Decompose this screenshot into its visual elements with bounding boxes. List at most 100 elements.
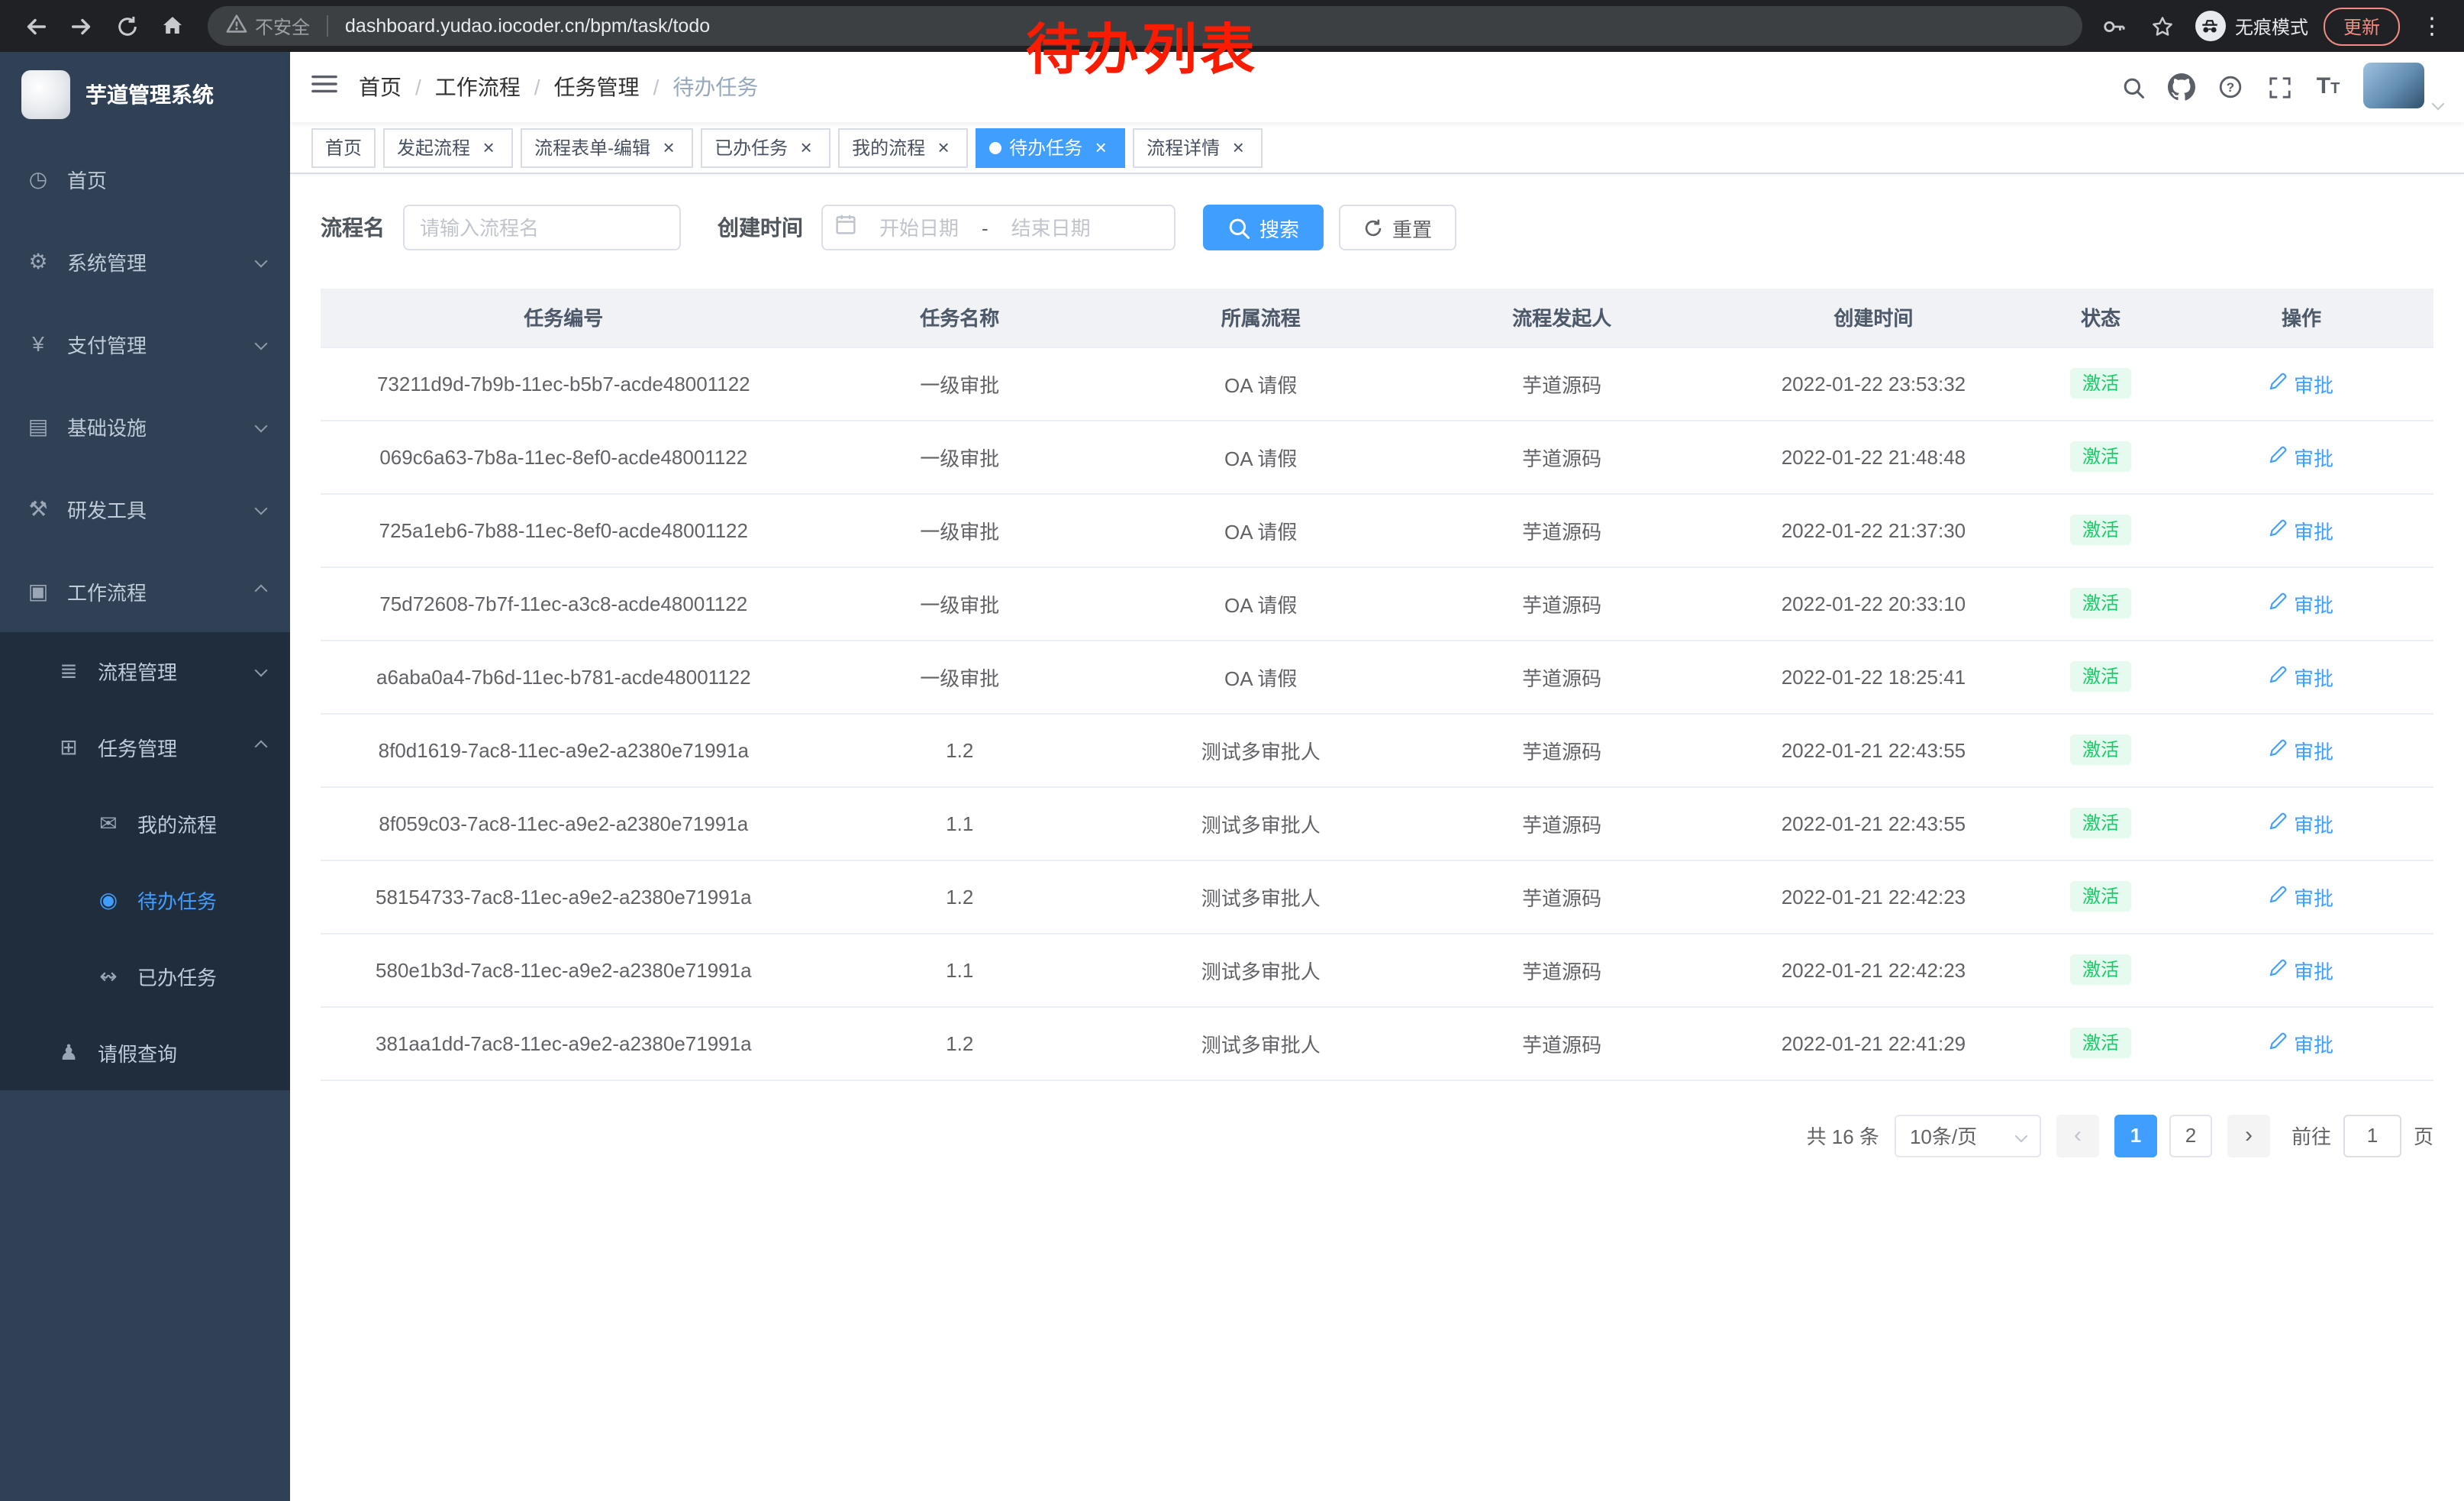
tab[interactable]: 发起流程 × bbox=[383, 128, 513, 167]
start-date-input[interactable] bbox=[863, 216, 976, 239]
table-row[interactable]: 75d72608-7b7f-11ec-a3c8-acde48001122 一级审… bbox=[321, 567, 2433, 640]
breadcrumb-item[interactable]: 待办任务 bbox=[672, 72, 758, 102]
user-avatar[interactable] bbox=[2363, 63, 2443, 111]
breadcrumb-item[interactable]: 工作流程 bbox=[435, 72, 521, 102]
approve-button[interactable]: 审批 bbox=[2269, 589, 2333, 618]
close-icon[interactable]: × bbox=[933, 137, 954, 158]
approve-button[interactable]: 审批 bbox=[2269, 882, 2333, 911]
table-row[interactable]: 73211d9d-7b9b-11ec-b5b7-acde48001122 一级审… bbox=[321, 347, 2433, 420]
sidebar-item[interactable]: ≣ 流程管理 bbox=[0, 632, 290, 709]
approve-button[interactable]: 审批 bbox=[2269, 735, 2333, 764]
close-icon[interactable]: × bbox=[478, 137, 499, 158]
initiator-cell: 芋道源码 bbox=[1408, 933, 1714, 1006]
home-icon[interactable] bbox=[153, 6, 192, 46]
github-icon[interactable] bbox=[2159, 64, 2204, 110]
close-icon[interactable]: × bbox=[1227, 137, 1249, 158]
table-column-header[interactable]: 所属流程 bbox=[1113, 289, 1409, 347]
table-row[interactable]: a6aba0a4-7b6d-11ec-b781-acde48001122 一级审… bbox=[321, 640, 2433, 713]
table-column-header[interactable]: 创建时间 bbox=[1715, 289, 2032, 347]
key-icon[interactable] bbox=[2098, 9, 2131, 43]
approve-button[interactable]: 审批 bbox=[2269, 442, 2333, 471]
app-title: 芋道管理系统 bbox=[85, 79, 214, 110]
approve-button[interactable]: 审批 bbox=[2269, 955, 2333, 984]
fullscreen-icon[interactable] bbox=[2256, 64, 2302, 110]
tab[interactable]: 流程详情 × bbox=[1133, 128, 1263, 167]
close-icon[interactable]: × bbox=[795, 137, 817, 158]
prev-page-button[interactable]: ‹ bbox=[2056, 1114, 2099, 1157]
page-number-button[interactable]: 1 bbox=[2114, 1114, 2157, 1157]
star-icon[interactable] bbox=[2146, 9, 2180, 43]
sidebar-item[interactable]: ▤ 基础设施 bbox=[0, 385, 290, 467]
breadcrumb-item[interactable]: 首页 bbox=[359, 72, 402, 102]
forward-icon[interactable] bbox=[61, 6, 101, 46]
goto-page-input[interactable] bbox=[2343, 1114, 2401, 1157]
kebab-menu-icon[interactable]: ⋮ bbox=[2415, 9, 2449, 43]
sidebar-item[interactable]: ◉ 待办任务 bbox=[0, 861, 290, 938]
search-icon[interactable] bbox=[2110, 64, 2156, 110]
table-row[interactable]: 8f0d1619-7ac8-11ec-a9e2-a2380e71991a 1.2… bbox=[321, 713, 2433, 786]
approve-button[interactable]: 审批 bbox=[2269, 1028, 2333, 1057]
table-row[interactable]: 8f059c03-7ac8-11ec-a9e2-a2380e71991a 1.1… bbox=[321, 786, 2433, 860]
approve-button[interactable]: 审批 bbox=[2269, 809, 2333, 838]
reload-icon[interactable] bbox=[107, 6, 147, 46]
table-row[interactable]: 069c6a63-7b8a-11ec-8ef0-acde48001122 一级审… bbox=[321, 420, 2433, 493]
fontsize-icon[interactable]: TT bbox=[2305, 64, 2351, 110]
tab[interactable]: 待办任务 × bbox=[976, 128, 1125, 167]
process-cell: OA 请假 bbox=[1113, 493, 1409, 567]
update-button[interactable]: 更新 bbox=[2324, 7, 2400, 45]
sidebar-item[interactable]: ↭ 已办任务 bbox=[0, 938, 290, 1014]
table-column-header[interactable]: 任务名称 bbox=[807, 289, 1113, 347]
sidebar-item[interactable]: ⚒ 研发工具 bbox=[0, 467, 290, 550]
tab[interactable]: 我的流程 × bbox=[838, 128, 968, 167]
sidebar-item[interactable]: ⊞ 任务管理 bbox=[0, 709, 290, 785]
sidebar-item[interactable]: ▣ 工作流程 bbox=[0, 550, 290, 632]
next-page-button[interactable]: › bbox=[2227, 1114, 2270, 1157]
tab[interactable]: 流程表单-编辑 × bbox=[521, 128, 693, 167]
sidebar-toggle-button[interactable] bbox=[311, 73, 337, 102]
table-row[interactable]: 58154733-7ac8-11ec-a9e2-a2380e71991a 1.2… bbox=[321, 860, 2433, 933]
approve-button[interactable]: 审批 bbox=[2269, 515, 2333, 544]
reset-button[interactable]: 重置 bbox=[1339, 205, 1456, 250]
process-name-input[interactable] bbox=[403, 205, 681, 250]
table-column-header[interactable]: 状态 bbox=[2032, 289, 2169, 347]
status-cell: 激活 bbox=[2032, 420, 2169, 493]
back-icon[interactable] bbox=[15, 6, 55, 46]
table-column-header[interactable]: 流程发起人 bbox=[1408, 289, 1714, 347]
status-cell: 激活 bbox=[2032, 567, 2169, 640]
created-time-cell: 2022-01-22 21:37:30 bbox=[1715, 493, 2032, 567]
address-bar[interactable]: 不安全 dashboard.yudao.iocoder.cn/bpm/task/… bbox=[208, 6, 2082, 46]
close-icon[interactable]: × bbox=[658, 137, 679, 158]
page-number-button[interactable]: 2 bbox=[2169, 1114, 2212, 1157]
end-date-input[interactable] bbox=[995, 216, 1108, 239]
sidebar-item[interactable]: ¥ 支付管理 bbox=[0, 302, 290, 385]
page-size-select[interactable]: 10条/页 bbox=[1895, 1114, 2041, 1157]
sidebar-item[interactable]: ⚙ 系统管理 bbox=[0, 220, 290, 302]
tab[interactable]: 已办任务 × bbox=[701, 128, 830, 167]
search-button[interactable]: 搜索 bbox=[1203, 205, 1324, 250]
close-icon[interactable]: × bbox=[1090, 137, 1111, 158]
status-cell: 激活 bbox=[2032, 347, 2169, 420]
logo[interactable]: 芋道管理系统 bbox=[0, 52, 290, 137]
date-range-picker[interactable]: - bbox=[821, 205, 1176, 250]
sidebar-item[interactable]: ◷ 首页 bbox=[0, 137, 290, 220]
url-text[interactable]: dashboard.yudao.iocoder.cn/bpm/task/todo bbox=[345, 15, 710, 37]
table-column-header[interactable]: 任务编号 bbox=[321, 289, 807, 347]
status-badge: 激活 bbox=[2070, 734, 2131, 765]
table-row[interactable]: 725a1eb6-7b88-11ec-8ef0-acde48001122 一级审… bbox=[321, 493, 2433, 567]
top-navbar: 首页 / 工作流程 / 任务管理 / bbox=[290, 52, 2464, 122]
approve-button[interactable]: 审批 bbox=[2269, 369, 2333, 398]
help-icon[interactable]: ? bbox=[2208, 64, 2253, 110]
hamburger-icon bbox=[311, 73, 337, 102]
sidebar-item[interactable]: ✉ 我的流程 bbox=[0, 785, 290, 861]
chevron-down-icon bbox=[255, 420, 268, 433]
security-indicator[interactable]: 不安全 bbox=[226, 13, 310, 39]
table-column-header[interactable]: 操作 bbox=[2169, 289, 2433, 347]
done-task-icon: ↭ bbox=[95, 963, 122, 989]
tab[interactable]: 首页 × bbox=[311, 128, 376, 167]
approve-button[interactable]: 审批 bbox=[2269, 662, 2333, 691]
breadcrumb-item[interactable]: 任务管理 bbox=[554, 72, 640, 102]
warning-icon bbox=[226, 14, 247, 38]
table-row[interactable]: 381aa1dd-7ac8-11ec-a9e2-a2380e71991a 1.2… bbox=[321, 1006, 2433, 1080]
table-row[interactable]: 580e1b3d-7ac8-11ec-a9e2-a2380e71991a 1.1… bbox=[321, 933, 2433, 1006]
sidebar-item[interactable]: ♟ 请假查询 bbox=[0, 1014, 290, 1090]
